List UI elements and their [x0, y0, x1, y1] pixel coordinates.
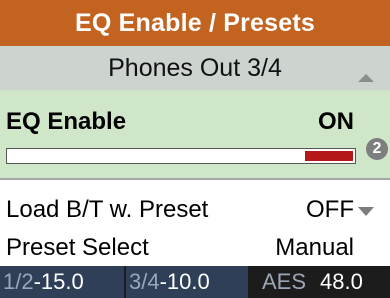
eq-enable-row[interactable]: EQ Enable ON 2: [0, 90, 390, 178]
eq-enable-value[interactable]: ON: [318, 108, 354, 136]
aes-rate: AES 48.0: [250, 266, 390, 298]
eq-enable-label: EQ Enable: [6, 108, 127, 135]
output-selector[interactable]: Phones Out 3/4: [0, 46, 390, 90]
load-bt-label: Load B/T w. Preset: [6, 196, 209, 223]
load-bt-value[interactable]: OFF: [306, 196, 354, 224]
chevron-down-icon[interactable]: [358, 207, 374, 216]
meter-3-4-value: -10.0: [159, 269, 210, 294]
meter-1-2-channel: 1/2: [3, 269, 34, 294]
encoder-2-icon: 2: [366, 138, 388, 160]
aes-label: AES: [262, 269, 307, 294]
preset-select-value[interactable]: Manual: [275, 234, 354, 262]
preset-select-row[interactable]: Preset Select Manual: [0, 234, 390, 264]
status-bar: 1/2 -15.0 3/4 -10.0 AES 48.0: [0, 266, 390, 298]
device-screen: EQ Enable / Presets Phones Out 3/4 EQ En…: [0, 0, 390, 298]
scroll-up-icon[interactable]: [358, 74, 374, 82]
page-title: EQ Enable / Presets: [0, 0, 390, 46]
load-bt-row[interactable]: Load B/T w. Preset OFF: [0, 180, 390, 232]
meter-3-4-channel: 3/4: [129, 269, 160, 294]
meter-3-4: 3/4 -10.0: [126, 266, 248, 298]
preset-select-label: Preset Select: [6, 234, 149, 261]
meter-1-2-value: -15.0: [33, 269, 84, 294]
eq-level-bar[interactable]: [6, 148, 356, 164]
meter-1-2: 1/2 -15.0: [0, 266, 124, 298]
aes-value: 48.0: [320, 269, 363, 294]
eq-level-fill: [305, 151, 353, 161]
